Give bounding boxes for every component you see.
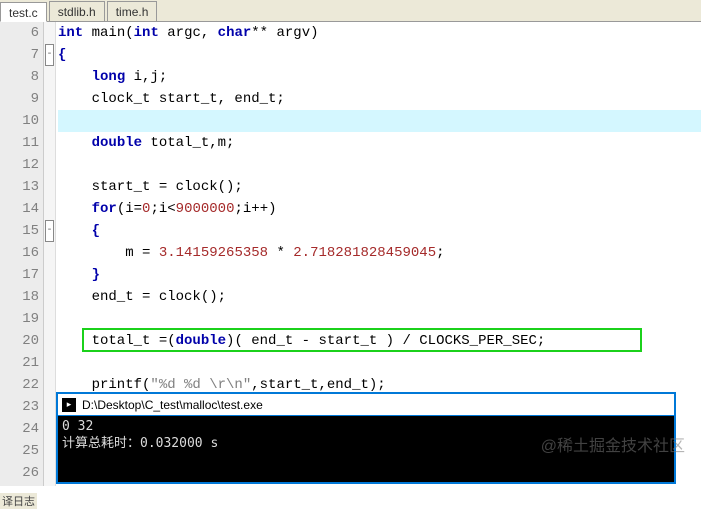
fold-cell [44,286,55,308]
fold-cell [44,352,55,374]
fold-cell[interactable]: - [44,220,55,242]
code-line[interactable]: clock_t start_t, end_t; [58,88,701,110]
console-line-1: 0 32 [62,418,670,435]
code-line[interactable] [58,154,701,176]
fold-cell [44,88,55,110]
console-window[interactable]: ▸ D:\Desktop\C_test\malloc\test.exe 0 32… [56,392,676,484]
code-line[interactable]: long i,j; [58,66,701,88]
console-titlebar[interactable]: ▸ D:\Desktop\C_test\malloc\test.exe [58,394,674,416]
console-output: 0 32 计算总耗时：0.032000 s [58,416,674,454]
line-number: 9 [0,88,39,110]
code-line[interactable]: total_t =(double)( end_t - start_t ) / C… [58,330,701,352]
line-number: 20 [0,330,39,352]
fold-cell [44,198,55,220]
line-number-gutter: 67891011121314151617181920212223242526 [0,22,44,486]
fold-column[interactable]: -- [44,22,56,486]
fold-cell [44,264,55,286]
code-line[interactable]: } [58,264,701,286]
line-number: 6 [0,22,39,44]
line-number: 15 [0,220,39,242]
code-line[interactable]: end_t = clock(); [58,286,701,308]
fold-toggle-icon[interactable]: - [45,44,54,66]
fold-cell [44,22,55,44]
code-line[interactable] [58,352,701,374]
fold-cell [44,418,55,440]
fold-cell [44,242,55,264]
code-line[interactable] [58,110,701,132]
console-icon: ▸ [62,398,76,412]
line-number: 12 [0,154,39,176]
fold-cell [44,132,55,154]
line-number: 21 [0,352,39,374]
line-number: 10 [0,110,39,132]
code-line[interactable] [58,308,701,330]
line-number: 17 [0,264,39,286]
code-line[interactable]: { [58,44,701,66]
file-tabs: test.c stdlib.h time.h [0,0,701,22]
code-line[interactable]: { [58,220,701,242]
line-number: 8 [0,66,39,88]
code-line[interactable]: start_t = clock(); [58,176,701,198]
fold-cell [44,374,55,396]
fold-cell [44,440,55,462]
tab-time-h[interactable]: time.h [107,1,158,21]
line-number: 22 [0,374,39,396]
line-number: 25 [0,440,39,462]
line-number: 14 [0,198,39,220]
fold-cell [44,66,55,88]
tab-test-c[interactable]: test.c [0,2,47,22]
line-number: 18 [0,286,39,308]
fold-cell [44,462,55,484]
line-number: 23 [0,396,39,418]
fold-cell [44,176,55,198]
line-number: 24 [0,418,39,440]
line-number: 19 [0,308,39,330]
code-line[interactable]: for(i=0;i<9000000;i++) [58,198,701,220]
fold-toggle-icon[interactable]: - [45,220,54,242]
tab-stdlib-h[interactable]: stdlib.h [49,1,105,21]
code-line[interactable]: m = 3.14159265358 * 2.718281828459045; [58,242,701,264]
fold-cell [44,396,55,418]
line-number: 16 [0,242,39,264]
line-number: 13 [0,176,39,198]
fold-cell [44,110,55,132]
fold-cell [44,308,55,330]
bottom-panel-label: 译日志 [0,493,37,509]
fold-cell [44,330,55,352]
fold-cell [44,154,55,176]
fold-cell[interactable]: - [44,44,55,66]
line-number: 7 [0,44,39,66]
code-line[interactable]: double total_t,m; [58,132,701,154]
code-line[interactable]: int main(int argc, char** argv) [58,22,701,44]
console-title-text: D:\Desktop\C_test\malloc\test.exe [82,398,263,412]
console-line-2: 计算总耗时：0.032000 s [62,435,670,452]
line-number: 26 [0,462,39,484]
line-number: 11 [0,132,39,154]
